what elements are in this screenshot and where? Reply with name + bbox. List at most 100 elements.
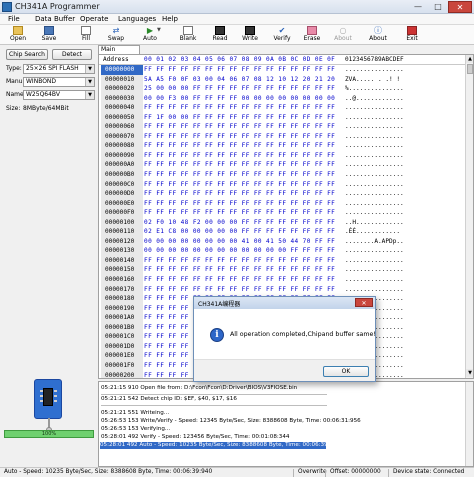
table-row[interactable]: 00000140 FF FF FF FF FF FF FF FF FF FF FF… [99,255,465,266]
hex-bytes[interactable]: FF FF FF FF FF FF FF FF FF FF FF FF FF F… [144,189,335,199]
minimize-button[interactable]: — [408,1,428,13]
hex-ascii[interactable]: ................ [345,285,404,295]
chevron-down-icon[interactable]: ▼ [85,78,94,86]
hex-ascii[interactable]: ZVA..... . .! ! [345,75,400,85]
hex-ascii[interactable]: ..@............. [345,94,404,104]
scroll-thumb[interactable] [467,64,473,74]
hex-bytes[interactable]: 5A A5 F0 0F 03 00 04 06 07 08 12 10 12 2… [144,75,335,85]
table-row[interactable]: 00000030 00 00 F3 00 FF FF FF FF 00 00 00… [99,93,465,104]
hex-bytes[interactable]: FF FF FF FF FF FF FF FF FF FF FF FF FF F… [144,285,335,295]
scroll-down-icon[interactable]: ▼ [466,369,473,377]
menu-help[interactable]: Help [162,15,178,23]
chevron-down-icon[interactable]: ▼ [85,65,94,73]
hex-bytes[interactable]: 25 00 00 00 FF FF FF FF FF FF FF FF FF F… [144,84,335,94]
close-window-button[interactable]: ✕ [448,1,472,13]
menu-data-buffer[interactable]: Data Buffer [35,15,75,23]
about-button[interactable]: ⓘ About [362,25,394,45]
chip-name-select[interactable]: W25Q64BV ▼ [23,90,95,100]
fill-button[interactable]: Fill [70,25,102,45]
detect-button[interactable]: Detect [52,49,92,60]
hex-ascii[interactable]: ................ [345,246,404,256]
hex-ascii[interactable]: ................ [345,141,404,151]
hex-ascii[interactable]: ................ [345,199,404,209]
hex-bytes[interactable]: FF FF FF FF FF FF FF FF FF FF FF FF FF F… [144,132,335,142]
table-row[interactable]: 00000020 25 00 00 00 FF FF FF FF FF FF FF… [99,84,465,94]
table-row[interactable]: 00000160 FF FF FF FF FF FF FF FF FF FF FF… [99,275,465,285]
hex-ascii[interactable]: ................ [345,160,404,170]
blank-button[interactable]: Blank [172,25,204,45]
save-button[interactable]: Save [33,25,65,45]
scroll-up-icon[interactable]: ▲ [466,55,473,63]
hex-ascii[interactable]: ..H............. [345,218,404,228]
table-row[interactable]: 000000D0 FF FF FF FF FF FF FF FF FF FF FF… [99,189,465,199]
table-row[interactable]: 00000080 FF FF FF FF FF FF FF FF FF FF FF… [99,141,465,151]
manufacturer-select[interactable]: WINBOND ▼ [23,77,95,87]
hex-ascii[interactable]: ................ [345,151,404,161]
hex-ascii[interactable]: ................ [345,132,404,142]
hex-ascii[interactable]: ................ [345,208,404,218]
table-row[interactable]: 000000B0 FF FF FF FF FF FF FF FF FF FF FF… [99,170,465,180]
table-row[interactable]: 00000050 FF 1F 00 00 FF FF FF FF FF FF FF… [99,112,465,123]
exit-button[interactable]: Exit [396,25,428,45]
hex-bytes[interactable]: FF FF FF FF FF FF FF FF FF FF FF FF FF F… [144,256,335,266]
hex-ascii[interactable]: ................ [345,65,404,75]
dialog-close-button[interactable]: ✕ [355,298,373,307]
auto-button[interactable]: ▶ ▼ Auto [134,25,166,45]
table-row[interactable]: 00000150 FF FF FF FF FF FF FF FF FF FF FF… [99,265,465,276]
maximize-button[interactable]: □ [428,1,448,13]
hex-bytes[interactable]: FF FF FF FF FF FF FF FF FF FF FF FF FF F… [144,141,335,151]
menu-languages[interactable]: Languages [118,15,156,23]
log-scrollbar[interactable] [465,382,473,466]
table-row[interactable]: 000000E0 FF FF FF FF FF FF FF FF FF FF FF… [99,198,465,209]
hex-ascii[interactable]: .ÉĖ............ [345,227,400,237]
hex-bytes[interactable]: FF FF FF FF FF FF FF FF FF FF FF FF FF F… [144,170,335,180]
table-row[interactable]: 00000040 FF FF FF FF FF FF FF FF FF FF FF… [99,103,465,113]
table-row[interactable]: 00000090 FF FF FF FF FF FF FF FF FF FF FF… [99,150,465,161]
hex-bytes[interactable]: FF FF FF FF FF FF FF FF FF FF FF FF FF F… [144,122,335,132]
type-select[interactable]: 25×26 SPI FLASH ▼ [23,64,95,74]
hex-bytes[interactable]: FF FF FF FF FF FF FF FF FF FF FF FF FF F… [144,180,335,190]
hex-bytes[interactable]: 00 00 F3 00 FF FF FF FF 00 00 00 00 00 0… [144,94,335,104]
chevron-down-icon[interactable]: ▼ [85,91,94,99]
menu-operate[interactable]: Operate [80,15,108,23]
hex-ascii[interactable]: ................ [345,103,404,113]
hex-bytes[interactable]: FF FF FF FF FF FF FF FF FF FF FF FF FF F… [144,103,335,113]
hex-ascii[interactable]: ........A.APDp.. [345,237,404,247]
tab-main-memory[interactable]: Main Memory [98,45,140,61]
hex-bytes[interactable]: 02 F0 10 48 F2 00 00 00 FF FF FF FF FF F… [144,218,335,228]
table-row[interactable]: 00000100 02 F0 10 48 F2 00 00 00 FF FF FF… [99,217,465,228]
erase-button[interactable]: Erase [296,25,328,45]
hex-bytes[interactable]: FF 1F 00 00 FF FF FF FF FF FF FF FF FF F… [144,113,335,123]
table-row[interactable]: 00000070 FF FF FF FF FF FF FF FF FF FF FF… [99,131,465,142]
table-row[interactable]: 00000000 FF FF FF FF FF FF FF FF FF FF FF… [99,65,465,75]
table-row[interactable]: 00000010 5A A5 F0 0F 03 00 04 06 07 08 12… [99,74,465,85]
hex-ascii[interactable]: ................ [345,189,404,199]
hex-bytes[interactable]: FF FF FF FF FF FF FF FF FF FF FF FF FF F… [144,265,335,275]
hex-bytes[interactable]: FF FF FF FF FF FF FF FF FF FF FF FF FF F… [144,65,335,75]
table-row[interactable]: 00000170 FF FF FF FF FF FF FF FF FF FF FF… [99,284,465,295]
hex-scrollbar[interactable]: ▲ ▼ [465,55,473,378]
verify-button[interactable]: ✔ Verify [266,25,298,45]
read-button[interactable]: Read [204,25,236,45]
table-row[interactable]: 00000060 FF FF FF FF FF FF FF FF FF FF FF… [99,122,465,132]
table-row[interactable]: 000000C0 FF FF FF FF FF FF FF FF FF FF FF… [99,179,465,190]
chip-search-button[interactable]: Chip Search [6,49,48,60]
hex-ascii[interactable]: ................ [345,180,404,190]
hex-bytes[interactable]: FF FF FF FF FF FF FF FF FF FF FF FF FF F… [144,151,335,161]
hex-ascii[interactable]: ................ [345,275,404,285]
hex-ascii[interactable]: ................ [345,122,404,132]
ok-button[interactable]: OK [323,366,369,377]
hex-bytes[interactable]: 00 00 00 00 00 00 00 00 41 00 41 50 44 7… [144,237,335,247]
hex-bytes[interactable]: 02 E1 C8 00 00 00 00 00 FF FF FF FF FF F… [144,227,335,237]
menu-file[interactable]: File [8,15,20,23]
hex-bytes[interactable]: 00 00 00 00 00 00 00 00 00 00 00 00 FF F… [144,246,335,256]
hex-ascii[interactable]: ................ [345,113,404,123]
hex-bytes[interactable]: FF FF FF FF FF FF FF FF FF FF FF FF FF F… [144,208,335,218]
swap-button[interactable]: ⇄ Swap [100,25,132,45]
hex-ascii[interactable]: ................ [345,265,404,275]
table-row[interactable]: 000000F0 FF FF FF FF FF FF FF FF FF FF FF… [99,208,465,218]
hex-bytes[interactable]: FF FF FF FF FF FF FF FF FF FF FF FF FF F… [144,275,335,285]
hex-ascii[interactable]: ................ [345,256,404,266]
hex-ascii[interactable]: ................ [345,170,404,180]
chevron-down-icon[interactable]: ▼ [157,27,161,33]
